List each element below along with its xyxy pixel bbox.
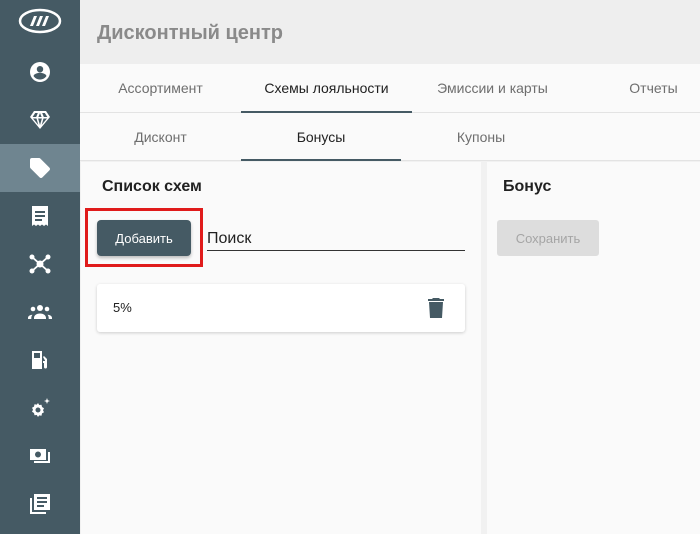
- sidebar: [0, 0, 80, 534]
- receipt-icon: [32, 206, 48, 226]
- sidebar-item-library[interactable]: [0, 480, 80, 528]
- sidebar-item-receipt[interactable]: [0, 192, 80, 240]
- tags-icon: [30, 158, 50, 178]
- tab-coupons[interactable]: Купоны: [401, 113, 561, 160]
- tab-assortment[interactable]: Ассортимент: [80, 64, 241, 112]
- tab-emissions-cards[interactable]: Эмиссии и карты: [412, 64, 573, 112]
- add-button[interactable]: Добавить: [97, 220, 191, 256]
- sidebar-item-diamond[interactable]: [0, 96, 80, 144]
- sidebar-item-loyalty[interactable]: [0, 144, 80, 192]
- app-window: Дисконтный центр Ассортимент Схемы лояль…: [0, 0, 700, 534]
- list-item[interactable]: 5%: [97, 284, 465, 332]
- tab-bonuses[interactable]: Бонусы: [241, 113, 401, 161]
- secondary-tabs: Дисконт Бонусы Купоны: [80, 113, 700, 161]
- sidebar-item-account[interactable]: [0, 48, 80, 96]
- sidebar-item-settings[interactable]: [0, 384, 80, 432]
- diamond-icon: [30, 111, 50, 129]
- account-icon: [30, 62, 50, 82]
- page-title: Дисконтный центр: [97, 22, 284, 44]
- sidebar-item-network[interactable]: [0, 240, 80, 288]
- tab-loyalty-schemes[interactable]: Схемы лояльности: [241, 64, 412, 113]
- sidebar-item-fuel[interactable]: [0, 336, 80, 384]
- sidebar-item-group[interactable]: [0, 288, 80, 336]
- trash-icon: [428, 298, 444, 318]
- tab-reports[interactable]: Отчеты: [573, 64, 700, 112]
- group-icon: [28, 305, 52, 319]
- bonus-panel: Бонус Сохранить: [487, 162, 700, 534]
- primary-tabs: Ассортимент Схемы лояльности Эмиссии и к…: [80, 64, 700, 113]
- logo-icon[interactable]: [18, 8, 62, 34]
- search-input[interactable]: Поиск: [207, 226, 465, 251]
- schemes-list-panel: Список схем Добавить Поиск 5%: [81, 162, 481, 534]
- settings-sparkle-icon: [32, 398, 50, 417]
- cash-icon: [30, 449, 50, 463]
- app-header: Дисконтный центр: [80, 0, 700, 64]
- sidebar-item-cash[interactable]: [0, 432, 80, 480]
- bonus-title: Бонус: [503, 178, 552, 195]
- tab-discount[interactable]: Дисконт: [80, 113, 241, 160]
- schemes-list-title: Список схем: [102, 178, 202, 195]
- library-books-icon: [30, 494, 50, 514]
- fuel-station-icon: [32, 351, 47, 369]
- network-icon: [29, 254, 51, 274]
- delete-button[interactable]: [427, 298, 445, 318]
- list-item-label: 5%: [113, 300, 132, 315]
- save-button[interactable]: Сохранить: [497, 220, 599, 256]
